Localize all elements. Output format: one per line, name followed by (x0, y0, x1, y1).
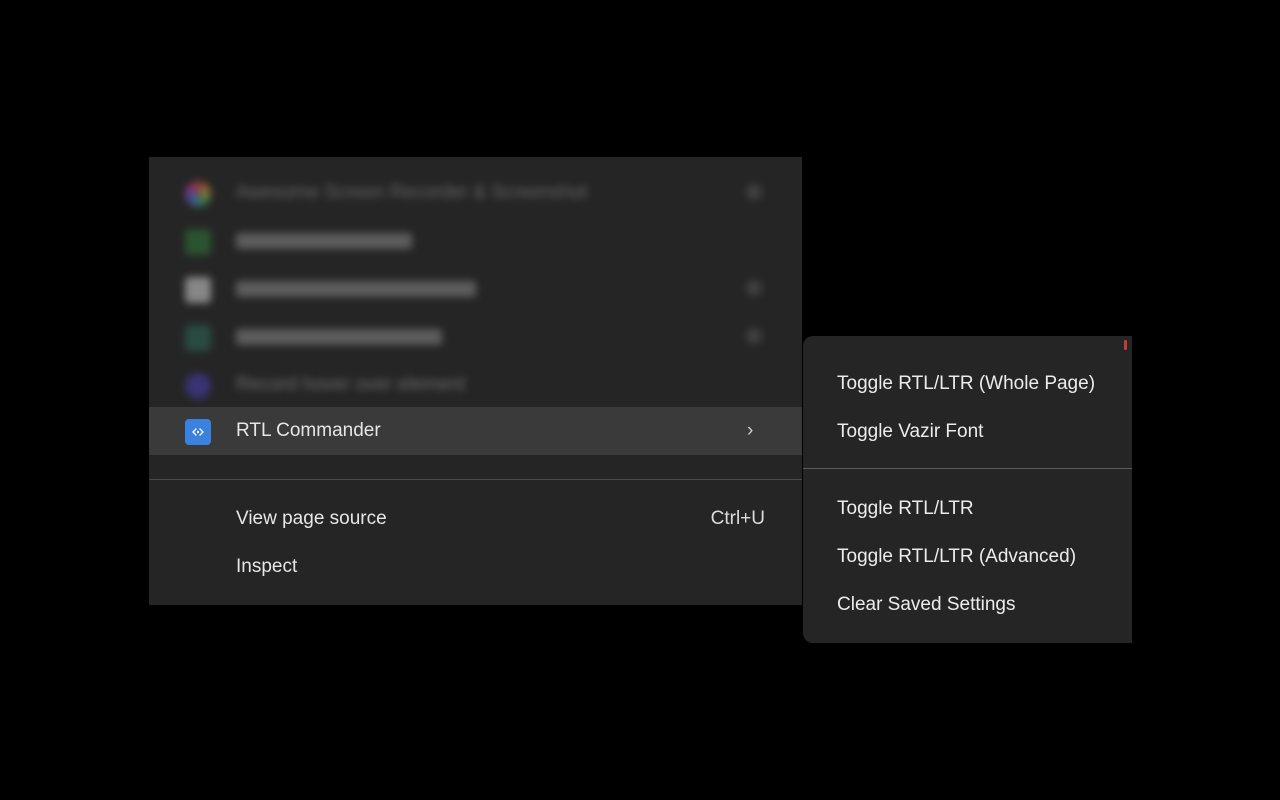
submenu-item-toggle-vazir-font[interactable]: Toggle Vazir Font (803, 408, 1132, 456)
rtl-commander-submenu: Toggle RTL/LTR (Whole Page) Toggle Vazir… (803, 336, 1132, 643)
rtl-commander-icon (185, 419, 211, 445)
blurred-label (236, 329, 442, 345)
submenu-item-label: Toggle RTL/LTR (Advanced) (837, 546, 1077, 567)
chevron-right-icon (747, 185, 761, 199)
view-page-source-shortcut: Ctrl+U (710, 508, 765, 529)
menu-separator (149, 479, 802, 480)
blurred-shortcut (747, 329, 761, 343)
chevron-right-icon: › (747, 420, 754, 441)
submenu-item-toggle-rtl-ltr-advanced[interactable]: Toggle RTL/LTR (Advanced) (803, 533, 1132, 581)
menu-item-inspect[interactable]: Inspect (149, 543, 802, 591)
purple-d-icon (185, 373, 211, 399)
submenu-item-clear-saved-settings[interactable]: Clear Saved Settings (803, 581, 1132, 629)
submenu-item-label: Toggle Vazir Font (837, 421, 984, 442)
menu-item-label: Record hover over element (236, 374, 466, 395)
window-edge-mark (1124, 340, 1127, 350)
blurred-label (236, 233, 412, 249)
blurred-label (236, 281, 476, 297)
inspect-label: Inspect (236, 556, 298, 577)
menu-item-record-hover[interactable]: Record hover over element (149, 361, 802, 409)
green-extension-icon (185, 229, 211, 255)
menu-item-rtl-commander[interactable]: RTL Commander › (149, 407, 802, 455)
submenu-separator (803, 468, 1132, 469)
menu-item-label: Awesome Screen Recorder & Screenshot (236, 182, 588, 203)
teal-extension-icon (185, 325, 211, 351)
submenu-item-label: Clear Saved Settings (837, 594, 1016, 615)
screen-stage: Awesome Screen Recorder & Screenshot Rec… (0, 0, 1280, 800)
menu-item-screen-recorder[interactable]: Awesome Screen Recorder & Screenshot (149, 169, 802, 217)
colorful-ring-icon (185, 181, 211, 207)
white-extension-icon (185, 277, 211, 303)
submenu-item-label: Toggle RTL/LTR (Whole Page) (837, 373, 1096, 394)
menu-item-blurred-2[interactable] (149, 217, 802, 265)
submenu-item-label: Toggle RTL/LTR (837, 498, 974, 519)
blurred-extension-items: Awesome Screen Recorder & Screenshot Rec… (149, 157, 802, 407)
context-menu: Awesome Screen Recorder & Screenshot Rec… (149, 157, 802, 605)
menu-item-view-page-source[interactable]: View page source Ctrl+U (149, 495, 802, 543)
menu-item-blurred-4[interactable] (149, 313, 802, 361)
blurred-shortcut (747, 281, 761, 295)
rtl-commander-label: RTL Commander (236, 420, 381, 441)
submenu-item-toggle-rtl-ltr[interactable]: Toggle RTL/LTR (803, 485, 1132, 533)
submenu-item-toggle-rtl-ltr-whole-page[interactable]: Toggle RTL/LTR (Whole Page) (803, 360, 1132, 408)
view-page-source-label: View page source (236, 508, 387, 529)
menu-item-blurred-3[interactable] (149, 265, 802, 313)
